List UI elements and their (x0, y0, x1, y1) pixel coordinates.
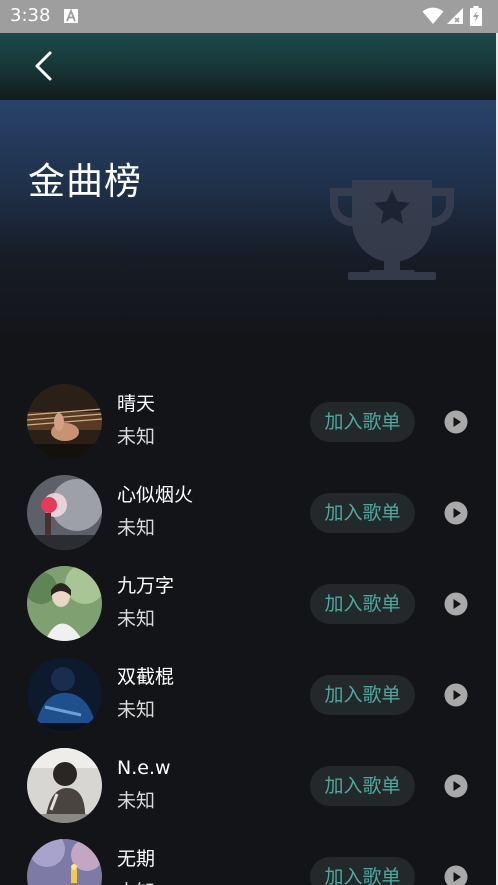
add-to-playlist-button[interactable]: 加入歌单 (310, 493, 415, 533)
trophy-icon (330, 180, 454, 280)
play-circle-icon[interactable] (444, 501, 468, 525)
album-cover (27, 657, 102, 732)
song-title: 心似烟火 (117, 484, 194, 506)
status-time: 3:38 (10, 5, 51, 26)
play-circle-icon[interactable] (444, 774, 468, 798)
song-row[interactable]: 双截棍 未知 加入歌单 (0, 648, 498, 739)
song-artist: 未知 (117, 880, 155, 885)
add-to-playlist-button[interactable]: 加入歌单 (310, 584, 415, 624)
signal-icon (447, 8, 463, 24)
wifi-icon (422, 7, 444, 24)
chart-header: 金曲榜 (0, 100, 498, 350)
status-icons (422, 6, 488, 26)
play-circle-icon[interactable] (444, 592, 468, 616)
page-title: 金曲榜 (28, 160, 142, 203)
song-artist: 未知 (117, 790, 156, 812)
album-cover (27, 748, 102, 823)
screen: 3:38 金曲榜 晴天 未知 加入歌单 心似烟火 未知 加入歌单 九万字 未知 … (0, 0, 498, 885)
song-artist: 未知 (117, 699, 156, 721)
song-artist: 未知 (117, 517, 156, 539)
toolbar (0, 33, 498, 100)
album-cover (27, 566, 102, 641)
status-bar: 3:38 (0, 0, 498, 33)
play-circle-icon[interactable] (444, 410, 468, 434)
song-row[interactable]: 无期 未知 加入歌单 (0, 830, 498, 885)
play-circle-icon[interactable] (444, 865, 468, 885)
song-row[interactable]: 晴天 未知 加入歌单 (0, 375, 498, 466)
album-cover (27, 384, 102, 459)
song-title: 双截棍 (117, 666, 175, 688)
notification-a-icon (64, 9, 78, 23)
song-title: N.e.w (117, 757, 171, 779)
add-to-playlist-button[interactable]: 加入歌单 (310, 675, 415, 715)
album-cover (27, 475, 102, 550)
add-to-playlist-button[interactable]: 加入歌单 (310, 402, 415, 442)
song-row[interactable]: 九万字 未知 加入歌单 (0, 557, 498, 648)
song-artist: 未知 (117, 608, 156, 630)
song-title: 晴天 (117, 393, 156, 415)
album-cover (27, 839, 102, 885)
song-title: 九万字 (117, 575, 175, 597)
battery-icon (470, 6, 482, 26)
song-title: 无期 (117, 848, 156, 870)
song-row[interactable]: 心似烟火 未知 加入歌单 (0, 466, 498, 557)
back-arrow-icon[interactable] (26, 47, 66, 87)
add-to-playlist-button[interactable]: 加入歌单 (310, 857, 415, 885)
song-artist: 未知 (117, 426, 156, 448)
add-to-playlist-button[interactable]: 加入歌单 (310, 766, 415, 806)
play-circle-icon[interactable] (444, 683, 468, 707)
song-row[interactable]: N.e.w 未知 加入歌单 (0, 739, 498, 830)
